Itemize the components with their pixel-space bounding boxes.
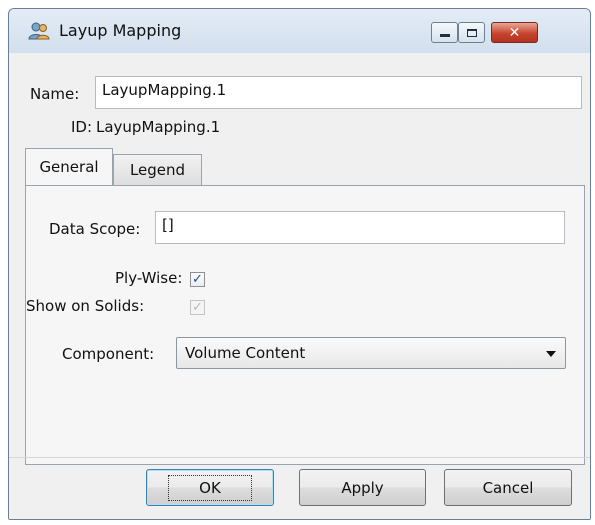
- component-select[interactable]: Volume Content: [176, 337, 566, 369]
- component-label: Component:: [62, 345, 155, 363]
- check-icon: ✓: [192, 300, 203, 315]
- button-bar-divider: [9, 457, 590, 458]
- id-value: LayupMapping.1: [96, 118, 221, 136]
- title-bar[interactable]: Layup Mapping ✕: [9, 9, 590, 53]
- id-label: ID:: [71, 118, 93, 136]
- show-on-solids-label: Show on Solids:: [26, 297, 145, 315]
- name-label: Name:: [30, 85, 80, 103]
- maximize-button[interactable]: [458, 22, 485, 43]
- maximize-icon: [466, 28, 477, 37]
- ok-button-label: OK: [168, 474, 252, 501]
- users-icon: [28, 22, 50, 40]
- minimize-icon: [439, 34, 450, 37]
- close-icon: ✕: [508, 24, 521, 41]
- window-title: Layup Mapping: [59, 21, 182, 40]
- apply-button[interactable]: Apply: [299, 469, 426, 506]
- show-on-solids-checkbox[interactable]: ✓: [190, 300, 205, 315]
- component-selected-value: Volume Content: [185, 344, 306, 362]
- chevron-down-icon: [546, 351, 556, 357]
- check-icon: ✓: [192, 272, 203, 287]
- ok-button[interactable]: OK: [146, 469, 274, 506]
- dialog-content: Name: LayupMapping.1 ID: LayupMapping.1 …: [9, 53, 590, 519]
- tab-general[interactable]: General: [25, 148, 113, 185]
- ply-wise-label: Ply-Wise:: [115, 269, 183, 287]
- data-scope-input[interactable]: []: [155, 211, 565, 244]
- name-input[interactable]: LayupMapping.1: [95, 76, 582, 109]
- tab-legend[interactable]: Legend: [113, 154, 202, 185]
- minimize-button[interactable]: [431, 22, 458, 43]
- data-scope-label: Data Scope:: [49, 220, 141, 238]
- tab-general-label: General: [39, 158, 99, 176]
- cancel-button[interactable]: Cancel: [444, 469, 572, 506]
- layup-mapping-dialog: Layup Mapping ✕ Name: LayupMapping.1 ID:…: [8, 8, 591, 520]
- close-button[interactable]: ✕: [491, 22, 538, 43]
- cancel-button-label: Cancel: [482, 478, 534, 497]
- tab-legend-label: Legend: [129, 161, 186, 179]
- ply-wise-checkbox[interactable]: ✓: [190, 272, 205, 287]
- apply-button-label: Apply: [341, 478, 384, 497]
